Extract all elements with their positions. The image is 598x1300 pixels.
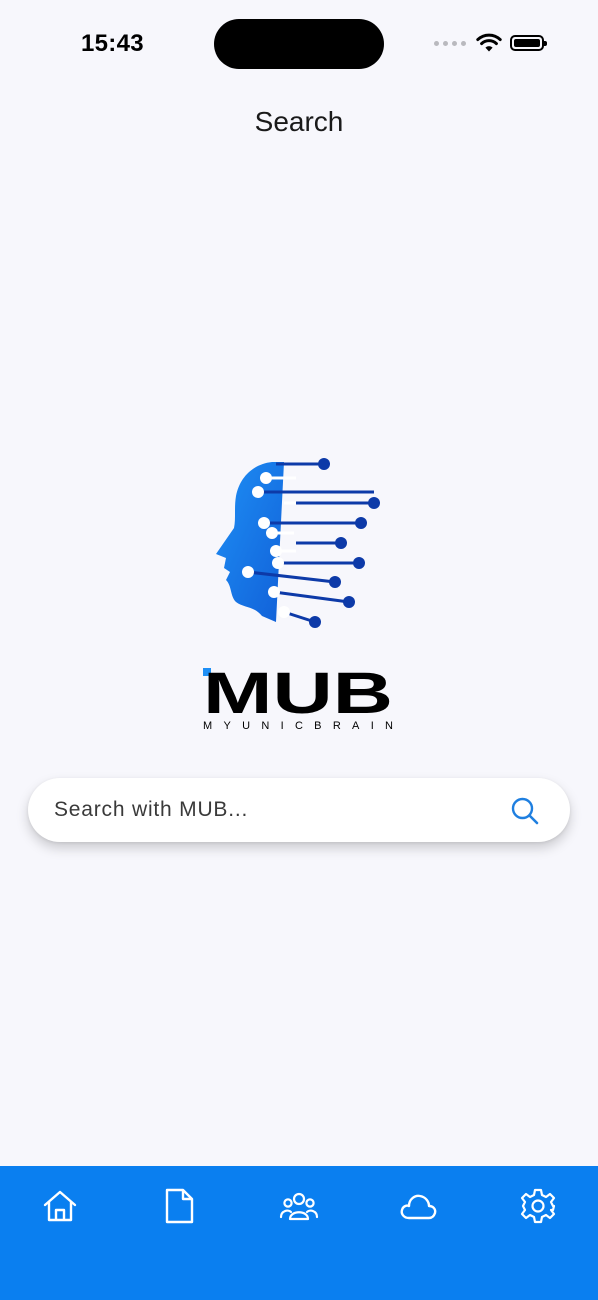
tab-home[interactable] — [40, 1186, 80, 1226]
tab-settings[interactable] — [518, 1186, 558, 1226]
tab-bar — [0, 1166, 598, 1300]
wordmark-text: MUB — [203, 665, 393, 726]
dynamic-island — [214, 19, 384, 69]
status-icons — [434, 33, 547, 53]
page-title: Search — [254, 106, 344, 137]
status-time: 15:43 — [81, 30, 144, 57]
search-icon — [511, 797, 539, 825]
cloud-icon — [400, 1194, 437, 1220]
battery-icon — [510, 35, 547, 51]
search-input[interactable] — [54, 778, 494, 842]
gear-icon — [520, 1188, 556, 1224]
cellular-signal-icon — [434, 40, 466, 46]
tab-cloud[interactable] — [398, 1186, 438, 1226]
document-icon — [165, 1188, 194, 1224]
mub-wordmark-logo: MUB MYUNICBRAIN — [203, 665, 393, 732]
users-icon — [279, 1192, 319, 1221]
status-bar: 15:43 — [0, 0, 598, 90]
search-button[interactable] — [510, 796, 540, 826]
tab-community[interactable] — [279, 1186, 319, 1226]
tab-documents[interactable] — [159, 1186, 199, 1226]
search-bar — [28, 778, 570, 842]
wifi-icon — [476, 33, 502, 52]
home-icon — [43, 1190, 77, 1222]
brain-head-logo-icon — [216, 458, 380, 628]
